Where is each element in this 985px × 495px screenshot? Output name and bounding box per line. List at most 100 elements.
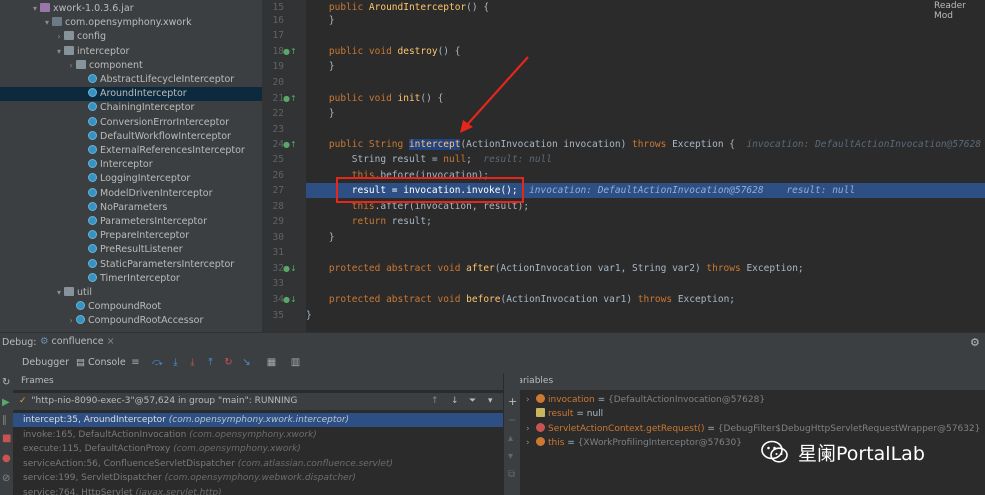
reader-mode-toggle[interactable]: Reader Mod xyxy=(934,1,985,21)
folder-icon xyxy=(76,59,86,69)
stack-frame[interactable]: execute:115, DefaultActionProxy (com.ope… xyxy=(13,442,503,456)
method-call-icon xyxy=(536,422,545,432)
force-step-into-icon[interactable]: ⤓ xyxy=(187,357,198,368)
thread-selector[interactable]: ✓ "http-nio-8090-exec-3"@57,624 in group… xyxy=(13,393,503,410)
move-down-icon[interactable]: ▾ xyxy=(508,451,513,462)
stack-frame[interactable]: service:764, HttpServlet (javax.servlet.… xyxy=(13,486,503,495)
up-arrow-icon[interactable]: ↑ xyxy=(431,393,439,410)
tree-item[interactable]: › config xyxy=(0,30,262,44)
override-marker-icon[interactable]: ●↑ xyxy=(283,137,297,152)
override-marker-icon[interactable]: ●↑ xyxy=(283,44,297,59)
chevron-down-icon[interactable]: ▾ xyxy=(30,2,40,16)
step-over-icon[interactable]: ⤼ xyxy=(152,357,163,368)
tree-item[interactable]: ChainingInterceptor xyxy=(0,101,262,115)
tree-item[interactable]: ▾ interceptor xyxy=(0,45,262,59)
step-into-icon[interactable]: ⤓ xyxy=(170,357,181,368)
chevron-right-icon[interactable]: › xyxy=(54,30,64,44)
tree-item-label: xwork-1.0.3.6.jar xyxy=(53,3,134,14)
tree-item[interactable]: PrepareInterceptor xyxy=(0,229,262,243)
annotation-red-box xyxy=(336,177,524,203)
tree-item[interactable]: StaticParametersInterceptor xyxy=(0,258,262,272)
tab-debugger[interactable]: Debugger xyxy=(22,355,69,370)
tree-item-label: Interceptor xyxy=(100,159,153,171)
tree-item[interactable]: ModelDrivenInterceptor xyxy=(0,187,262,201)
tree-item[interactable]: CompoundRoot xyxy=(0,300,262,314)
dropdown-icon[interactable]: ▾ xyxy=(488,393,493,410)
variable-value: {DebugFilter$DebugHttpServletRequestWrap… xyxy=(717,423,981,434)
stack-frame[interactable]: service:199, ServletDispatcher (com.open… xyxy=(13,471,503,485)
menu-icon[interactable]: ≡ xyxy=(130,357,141,368)
chevron-down-icon[interactable]: ▾ xyxy=(42,16,52,30)
frame-package: (com.opensymphony.webwork.dispatcher) xyxy=(164,473,356,483)
class-icon xyxy=(88,173,97,183)
variable-row[interactable]: › invocation = {DefaultActionInvocation@5… xyxy=(520,393,985,407)
selected-word-intercept: intercept xyxy=(408,139,461,150)
resume-icon[interactable]: ▶ xyxy=(2,397,10,408)
remove-watch-icon[interactable]: − xyxy=(508,415,516,426)
tab-console[interactable]: ▤ Console xyxy=(76,355,126,370)
wechat-logo-icon xyxy=(760,437,790,467)
step-out-icon[interactable]: ⤒ xyxy=(205,357,216,368)
stack-frame[interactable]: intercept:35, AroundInterceptor (com.ope… xyxy=(13,413,503,427)
stack-frame[interactable]: invoke:165, DefaultActionInvocation (com… xyxy=(13,428,503,442)
class-icon xyxy=(88,230,97,240)
code-line-22: } xyxy=(306,108,335,119)
move-up-icon[interactable]: ▴ xyxy=(508,433,513,444)
down-arrow-icon[interactable]: ↓ xyxy=(451,393,459,410)
tree-item[interactable]: ▾ com.opensymphony.xwork xyxy=(0,16,262,30)
tree-item[interactable]: PreResultListener xyxy=(0,243,262,257)
tree-item[interactable]: ExternalReferencesInterceptor xyxy=(0,144,262,158)
implemented-marker-icon[interactable]: ●↓ xyxy=(283,261,297,276)
chevron-right-icon[interactable]: › xyxy=(66,314,76,328)
class-icon xyxy=(88,74,97,83)
tree-item[interactable]: LoggingInterceptor xyxy=(0,172,262,186)
implemented-marker-icon[interactable]: ●↓ xyxy=(283,292,297,307)
run-to-cursor-icon[interactable]: ↘ xyxy=(241,357,252,368)
override-marker-icon[interactable]: ●↑ xyxy=(283,91,297,106)
stack-frame[interactable]: serviceAction:56, ConfluenceServletDispa… xyxy=(13,457,503,471)
chevron-down-icon[interactable]: ▾ xyxy=(54,286,64,300)
tree-item[interactable]: › component xyxy=(0,59,262,73)
code-line-19: } xyxy=(306,61,335,72)
rerun-icon[interactable]: ↻ xyxy=(2,377,10,388)
filter-icon[interactable]: ⏷ xyxy=(469,393,476,410)
class-icon xyxy=(88,88,97,98)
debug-tool-window-header: Debug: ⚙ confluence × ⚙ xyxy=(0,332,985,353)
settings-gear-icon[interactable]: ⚙ xyxy=(970,336,980,349)
tree-item[interactable]: TimerInterceptor xyxy=(0,272,262,286)
tree-item[interactable]: AbstractLifecycleInterceptor xyxy=(0,73,262,87)
mute-breakpoints-icon[interactable]: ⊘ xyxy=(2,473,10,484)
stop-icon[interactable]: ■ xyxy=(2,433,11,444)
chevron-down-icon[interactable]: ▾ xyxy=(54,45,64,59)
line-number: 25 xyxy=(272,154,284,165)
session-tab-confluence[interactable]: ⚙ confluence × xyxy=(40,336,115,347)
tree-item[interactable]: ParametersInterceptor xyxy=(0,215,262,229)
tree-item[interactable]: ConversionErrorInterceptor xyxy=(0,116,262,130)
tree-item[interactable]: AroundInterceptor xyxy=(0,87,262,102)
tree-item[interactable]: DefaultWorkflowInterceptor xyxy=(0,130,262,144)
pause-icon[interactable]: ∥ xyxy=(2,415,7,426)
duplicate-icon[interactable]: ⧉ xyxy=(508,469,515,480)
tree-item[interactable]: ▾ util xyxy=(0,286,262,300)
tree-item[interactable]: Interceptor xyxy=(0,158,262,172)
variable-row[interactable]: result = null xyxy=(520,407,985,421)
evaluate-expression-icon[interactable]: ▦ xyxy=(266,357,277,368)
variable-value: {DefaultActionInvocation@57628} xyxy=(608,395,766,405)
tree-item[interactable]: NoParameters xyxy=(0,201,262,215)
drop-frame-icon[interactable]: ↻ xyxy=(223,357,234,368)
layout-icon[interactable]: ▥ xyxy=(290,357,301,368)
add-watch-icon[interactable]: + xyxy=(508,395,517,408)
check-icon: ✓ xyxy=(19,396,27,406)
variable-value: null xyxy=(586,409,604,420)
chevron-right-icon[interactable]: › xyxy=(66,59,76,73)
chevron-right-icon[interactable]: › xyxy=(526,422,536,436)
tree-item-label: ChainingInterceptor xyxy=(100,102,195,114)
frames-panel: Frames ✓ "http-nio-8090-exec-3"@57,624 i… xyxy=(13,373,503,495)
chevron-right-icon[interactable]: › xyxy=(526,393,536,407)
frame-method: invoke:165, DefaultActionInvocation xyxy=(23,429,187,440)
view-breakpoints-icon[interactable]: ● xyxy=(2,453,11,464)
line-number: 31 xyxy=(272,247,284,258)
tree-item[interactable]: › CompoundRootAccessor xyxy=(0,314,262,328)
tree-item[interactable]: ▾ xwork-1.0.3.6.jar xyxy=(0,2,262,16)
chevron-right-icon[interactable]: › xyxy=(526,436,536,450)
